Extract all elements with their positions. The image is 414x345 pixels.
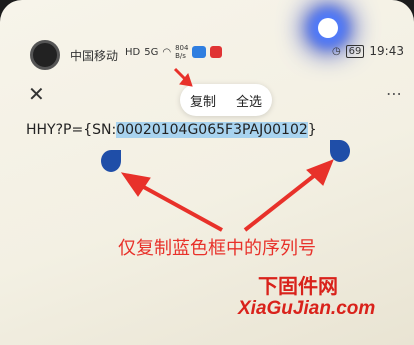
watermark-url: XiaGuJian.com [238,298,376,319]
left-arrow-head [120,172,151,197]
right-arrow-shaft [243,173,317,232]
right-arrow-head [306,159,334,186]
top-arrow-shaft [173,67,187,81]
left-arrow-shaft [139,183,223,232]
annotation-arrows [120,67,334,232]
annotation-text: 仅复制蓝色框中的序列号 [118,238,316,259]
watermark-title: 下固件网 [258,274,338,298]
